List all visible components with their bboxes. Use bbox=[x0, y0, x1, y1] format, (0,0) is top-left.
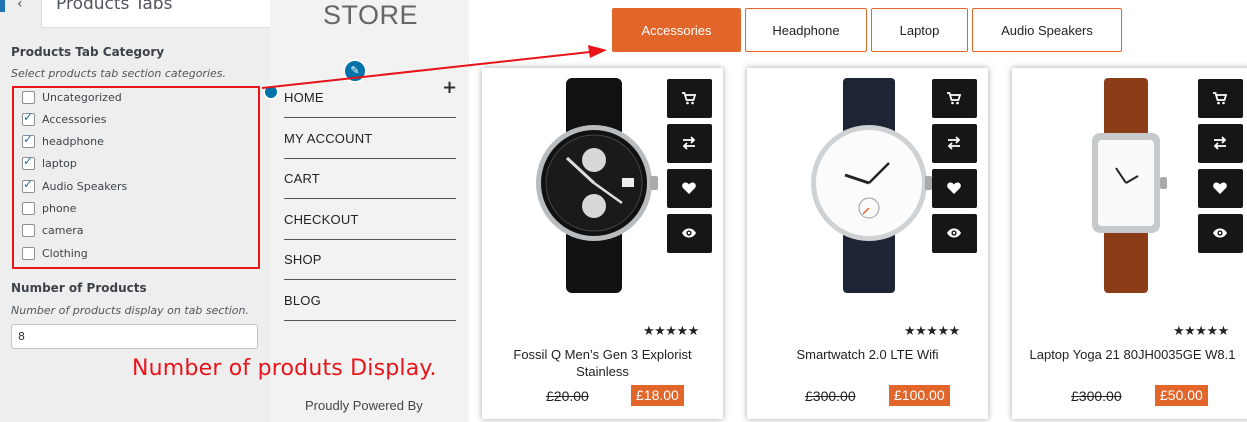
number-of-products-input[interactable]: 8 bbox=[11, 324, 258, 349]
product-old-price: £300.00 bbox=[805, 388, 856, 404]
footer-credit: Proudly Powered By bbox=[305, 398, 423, 413]
product-image[interactable] bbox=[1062, 78, 1192, 297]
product-image[interactable] bbox=[805, 78, 935, 297]
back-button[interactable]: ‹ bbox=[0, 0, 42, 28]
product-old-price: £300.00 bbox=[1071, 388, 1122, 404]
product-price: £100.00 bbox=[889, 385, 950, 406]
heart-button[interactable] bbox=[1198, 169, 1243, 208]
rating-stars: ★★★★★ bbox=[1173, 324, 1229, 339]
menu-item[interactable]: CHECKOUT bbox=[284, 199, 456, 240]
section-title-bar: Products Tabs bbox=[42, 0, 270, 28]
tab-label: Accessories bbox=[641, 23, 712, 38]
cart-button[interactable] bbox=[667, 79, 712, 118]
menu-item-label: SHOP bbox=[284, 252, 322, 268]
number-of-products-description: Number of products display on tab sectio… bbox=[11, 304, 249, 317]
heart-button[interactable] bbox=[667, 169, 712, 208]
menu-item[interactable]: BLOG bbox=[284, 280, 456, 321]
tab-category-label: Products Tab Category bbox=[11, 45, 165, 59]
cart-button[interactable] bbox=[932, 79, 977, 118]
eye-button[interactable] bbox=[932, 214, 977, 253]
rating-stars: ★★★★★ bbox=[643, 324, 699, 339]
product-name[interactable]: Fossil Q Men’s Gen 3 Explorist Stainless bbox=[492, 346, 713, 380]
tab[interactable]: Headphone bbox=[745, 8, 867, 52]
tab[interactable]: Audio Speakers bbox=[972, 8, 1122, 52]
product-price: £50.00 bbox=[1155, 385, 1208, 406]
menu-item-label: CHECKOUT bbox=[284, 211, 359, 227]
compare-button[interactable] bbox=[667, 124, 712, 163]
product-card[interactable]: ★★★★★ Laptop Yoga 21 80JH0035GE W8.1 £300.… bbox=[1012, 68, 1247, 419]
annotation-text: Number of produts Display. bbox=[132, 356, 437, 381]
tab-label: Audio Speakers bbox=[1001, 23, 1093, 38]
product-name[interactable]: Laptop Yoga 21 80JH0035GE W8.1 bbox=[1022, 346, 1243, 363]
tab[interactable]: Laptop bbox=[871, 8, 968, 52]
product-price: £18.00 bbox=[631, 385, 684, 406]
edit-shortcut-icon[interactable] bbox=[263, 84, 279, 100]
product-old-price: £20.00 bbox=[546, 388, 589, 404]
menu-item[interactable]: SHOP bbox=[284, 239, 456, 281]
compare-button[interactable] bbox=[932, 124, 977, 163]
section-title: Products Tabs bbox=[56, 0, 173, 14]
product-image[interactable] bbox=[532, 78, 662, 297]
product-card[interactable]: ★★★★★ Smartwatch 2.0 LTE Wifi £300.00 £100.… bbox=[747, 68, 988, 419]
heart-button[interactable] bbox=[932, 169, 977, 208]
menu-item-label: HOME bbox=[284, 90, 324, 105]
product-name[interactable]: Smartwatch 2.0 LTE Wifi bbox=[757, 346, 978, 363]
tab[interactable]: Accessories bbox=[612, 8, 741, 52]
tab-label: Laptop bbox=[899, 23, 940, 38]
compare-button[interactable] bbox=[1198, 124, 1243, 163]
highlight-box bbox=[12, 86, 260, 269]
number-of-products-value: 8 bbox=[18, 330, 25, 343]
eye-button[interactable] bbox=[1198, 214, 1243, 253]
menu-item[interactable]: HOME bbox=[284, 77, 456, 118]
chevron-left-icon: ‹ bbox=[17, 0, 23, 12]
site-title[interactable]: STORE bbox=[323, 0, 418, 31]
product-card[interactable]: ★★★★★ Fossil Q Men’s Gen 3 Explorist Stai… bbox=[482, 68, 723, 419]
cart-button[interactable] bbox=[1198, 79, 1243, 118]
menu-item[interactable]: MY ACCOUNT bbox=[284, 118, 456, 159]
menu-item-label: BLOG bbox=[284, 293, 321, 308]
menu-item-label: CART bbox=[284, 171, 320, 187]
rating-stars: ★★★★★ bbox=[904, 324, 960, 339]
menu-item-label: MY ACCOUNT bbox=[284, 130, 373, 146]
menu-item[interactable]: CART bbox=[284, 158, 456, 200]
number-of-products-label: Number of Products bbox=[11, 281, 147, 295]
eye-button[interactable] bbox=[667, 214, 712, 253]
tab-label: Headphone bbox=[772, 23, 840, 38]
tab-category-description: Select products tab section categories. bbox=[11, 67, 227, 80]
